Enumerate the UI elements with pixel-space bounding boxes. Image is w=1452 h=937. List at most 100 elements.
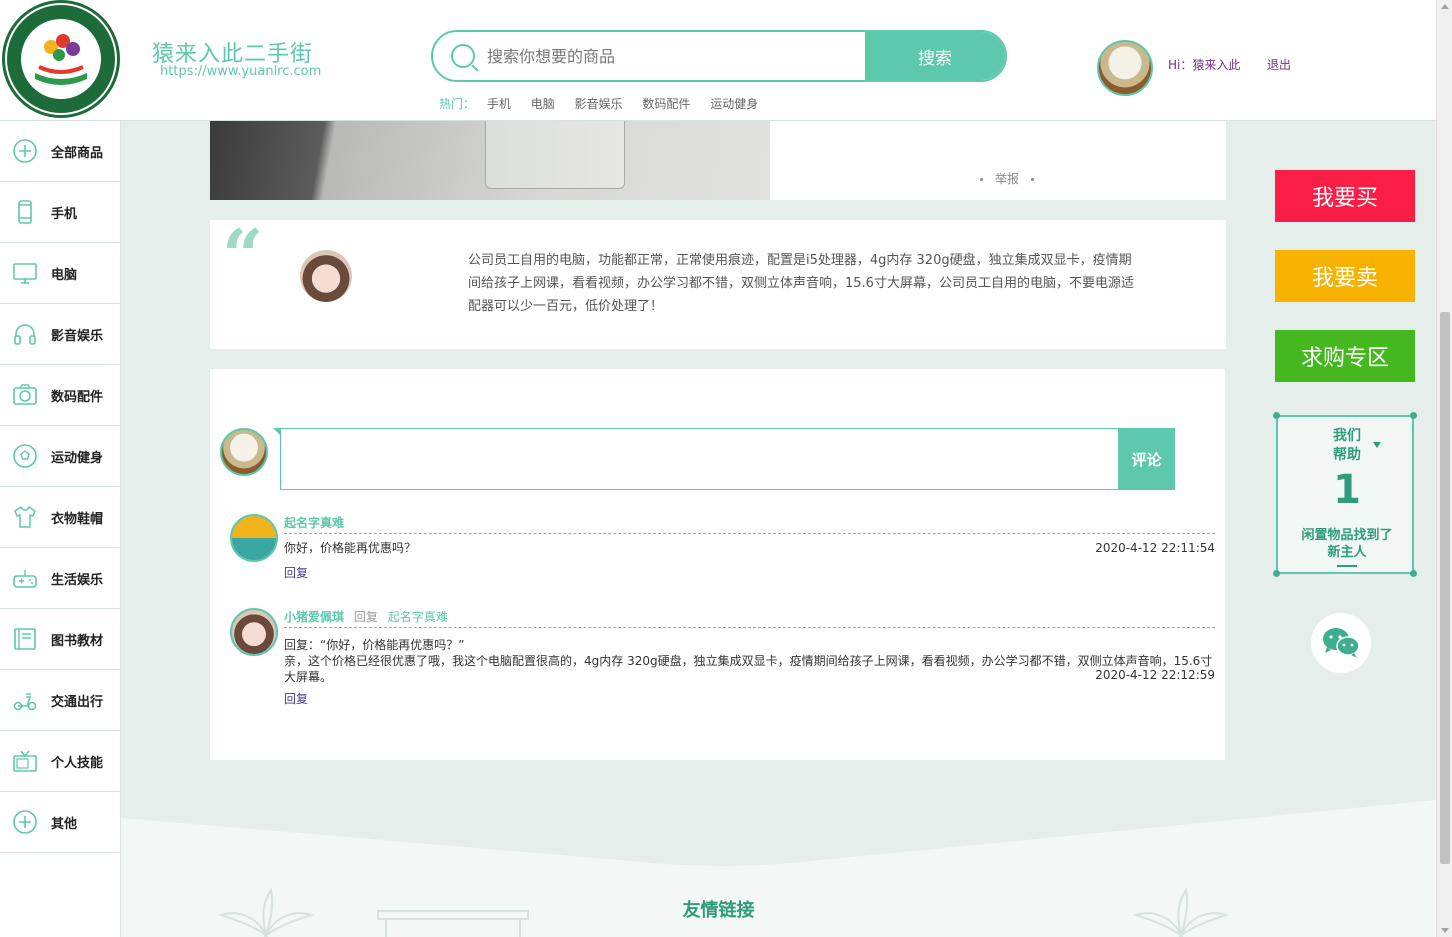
current-user-avatar	[220, 428, 268, 476]
user-avatar[interactable]	[1097, 40, 1153, 96]
hot-label: 热门：	[439, 97, 476, 111]
help-subtitle: 闲置物品找到了 新主人	[1278, 527, 1416, 561]
friend-links-title: 友情链接	[682, 900, 755, 921]
university-logo[interactable]	[2, 0, 120, 118]
reply-target-name[interactable]: 起名字真难	[388, 610, 448, 624]
sidebar-item-digital[interactable]: 数码配件	[0, 365, 120, 426]
commenter-name[interactable]: 小猪爱佩琪	[284, 610, 344, 624]
scooter-icon	[11, 686, 39, 714]
want-to-buy-button[interactable]: 我要买	[1275, 170, 1415, 222]
sidebar-item-transport[interactable]: 交通出行	[0, 670, 120, 731]
product-description: 公司员工自用的电脑，功能都正常，正常使用痕迹，配置是i5处理器，4g内存 320…	[468, 253, 1134, 314]
caret-down-icon	[1373, 442, 1381, 448]
sidebar-item-life[interactable]: 生活娱乐	[0, 548, 120, 609]
reply-link[interactable]: 回复	[284, 690, 308, 707]
commenter-avatar[interactable]	[230, 608, 278, 656]
product-detail-card: 举报	[210, 121, 1226, 200]
gamepad-icon	[11, 564, 39, 592]
help-stats-box: 我们 帮助 1 闲置物品找到了 新主人	[1273, 412, 1417, 577]
phone-icon	[11, 198, 39, 226]
sidebar-item-computer[interactable]: 电脑	[0, 243, 120, 304]
soccer-ball-icon	[11, 442, 39, 470]
comment-meta: 起名字真难	[284, 514, 1215, 534]
plus-circle-icon	[11, 137, 39, 165]
shirt-icon	[11, 503, 39, 531]
sidebar-item-label: 个人技能	[51, 755, 104, 771]
report-link[interactable]: 举报	[995, 172, 1019, 186]
sidebar-item-label: 交通出行	[51, 694, 104, 710]
book-icon	[11, 625, 39, 653]
sidebar-item-phone[interactable]: 手机	[0, 182, 120, 243]
quoted-comment: 回复：“你好，价格能再优惠吗？”	[284, 638, 465, 652]
tv-icon	[11, 747, 39, 775]
footer-wave-decoration	[121, 800, 1436, 866]
monitor-icon	[11, 259, 39, 287]
scrollbar-thumb[interactable]	[1440, 312, 1450, 864]
site-url: https://www.yuanlrc.com	[160, 64, 322, 79]
comment-section: 评论 起名字真难 你好，价格能再优惠吗？ 2020-4-12 22:11:54 …	[210, 369, 1225, 760]
quote-mark-icon: “	[222, 213, 264, 298]
logout-link[interactable]: 退出	[1267, 56, 1291, 73]
search-icon	[451, 44, 475, 68]
comment-input[interactable]	[280, 428, 1119, 490]
help-title: 我们 帮助	[1278, 427, 1416, 465]
comment-time: 2020-4-12 22:12:59	[1095, 668, 1215, 682]
comment-item: 起名字真难 你好，价格能再优惠吗？ 2020-4-12 22:11:54 回复	[230, 514, 1215, 584]
scroll-down-arrow-icon[interactable]	[1441, 928, 1449, 933]
sidebar-item-label: 全部商品	[51, 145, 104, 161]
submit-comment-button[interactable]: 评论	[1118, 428, 1175, 490]
sidebar-item-entertainment[interactable]: 影音娱乐	[0, 304, 120, 365]
page-scrollbar[interactable]	[1436, 0, 1452, 937]
product-image[interactable]	[210, 121, 770, 200]
sidebar-item-clothing[interactable]: 衣物鞋帽	[0, 487, 120, 548]
sidebar-item-skills[interactable]: 个人技能	[0, 731, 120, 792]
help-title-line1: 我们	[1333, 428, 1361, 444]
sidebar-item-label: 生活娱乐	[51, 572, 104, 588]
hot-link-computer[interactable]: 电脑	[531, 97, 555, 111]
hot-link-entertainment[interactable]: 影音娱乐	[575, 97, 623, 111]
comment-time: 2020-4-12 22:11:54	[1095, 541, 1215, 555]
comment-item: 小猪爱佩琪 回复 起名字真难 回复：“你好，价格能再优惠吗？” 亲，这个价格已经…	[230, 608, 1215, 708]
sidebar-item-label: 数码配件	[51, 389, 104, 405]
scroll-up-arrow-icon[interactable]	[1441, 4, 1449, 9]
sidebar-item-label: 运动健身	[51, 450, 104, 466]
description-card: “ 公司员工自用的电脑，功能都正常，正常使用痕迹，配置是i5处理器，4g内存 3…	[210, 220, 1226, 349]
plus-circle-icon	[11, 808, 39, 836]
sidebar-item-other[interactable]: 其他	[0, 792, 120, 853]
sidebar-item-label: 衣物鞋帽	[51, 511, 104, 527]
want-to-sell-button[interactable]: 我要卖	[1275, 250, 1415, 302]
reply-word: 回复	[353, 610, 378, 624]
report-area: 举报	[968, 170, 1046, 187]
wechat-icon	[1323, 628, 1360, 658]
help-title-line2: 帮助	[1333, 447, 1361, 463]
search-button[interactable]: 搜索	[865, 32, 1005, 80]
wanted-zone-button[interactable]: 求购专区	[1275, 330, 1415, 382]
sidebar-item-label: 影音娱乐	[51, 328, 104, 344]
category-sidebar: 全部商品 手机 电脑 影音娱乐 数码配件 运动健身 衣物鞋帽 生活娱乐 图书教材…	[0, 121, 121, 937]
camera-icon	[11, 381, 39, 409]
sidebar-item-label: 图书教材	[51, 633, 104, 649]
hot-keywords: 热门： 手机 电脑 影音娱乐 数码配件 运动健身	[439, 95, 774, 112]
commenter-avatar[interactable]	[230, 514, 278, 562]
underline-decoration	[1337, 565, 1357, 567]
wechat-button[interactable]	[1311, 613, 1371, 673]
hot-link-sports[interactable]: 运动健身	[710, 97, 758, 111]
sidebar-item-label: 电脑	[51, 267, 78, 283]
help-sub-line1: 闲置物品找到了	[1301, 528, 1393, 543]
sidebar-item-sports[interactable]: 运动健身	[0, 426, 120, 487]
comment-text: 你好，价格能再优惠吗？	[284, 541, 417, 555]
sidebar-item-all[interactable]: 全部商品	[0, 121, 120, 182]
comment-meta: 小猪爱佩琪 回复 起名字真难	[284, 608, 1215, 628]
sidebar-item-label: 其他	[51, 816, 78, 832]
commenter-name[interactable]: 起名字真难	[284, 516, 344, 530]
sidebar-item-label: 手机	[51, 206, 78, 222]
hot-link-digital[interactable]: 数码配件	[642, 97, 690, 111]
sidebar-item-books[interactable]: 图书教材	[0, 609, 120, 670]
seller-avatar[interactable]	[300, 250, 352, 302]
search-input[interactable]	[487, 42, 857, 70]
reply-link[interactable]: 回复	[284, 564, 308, 581]
user-greeting[interactable]: Hi：猿来入此	[1168, 56, 1240, 73]
footer: 友情链接	[121, 800, 1436, 937]
help-count: 1	[1333, 467, 1361, 513]
hot-link-phone[interactable]: 手机	[487, 97, 511, 111]
